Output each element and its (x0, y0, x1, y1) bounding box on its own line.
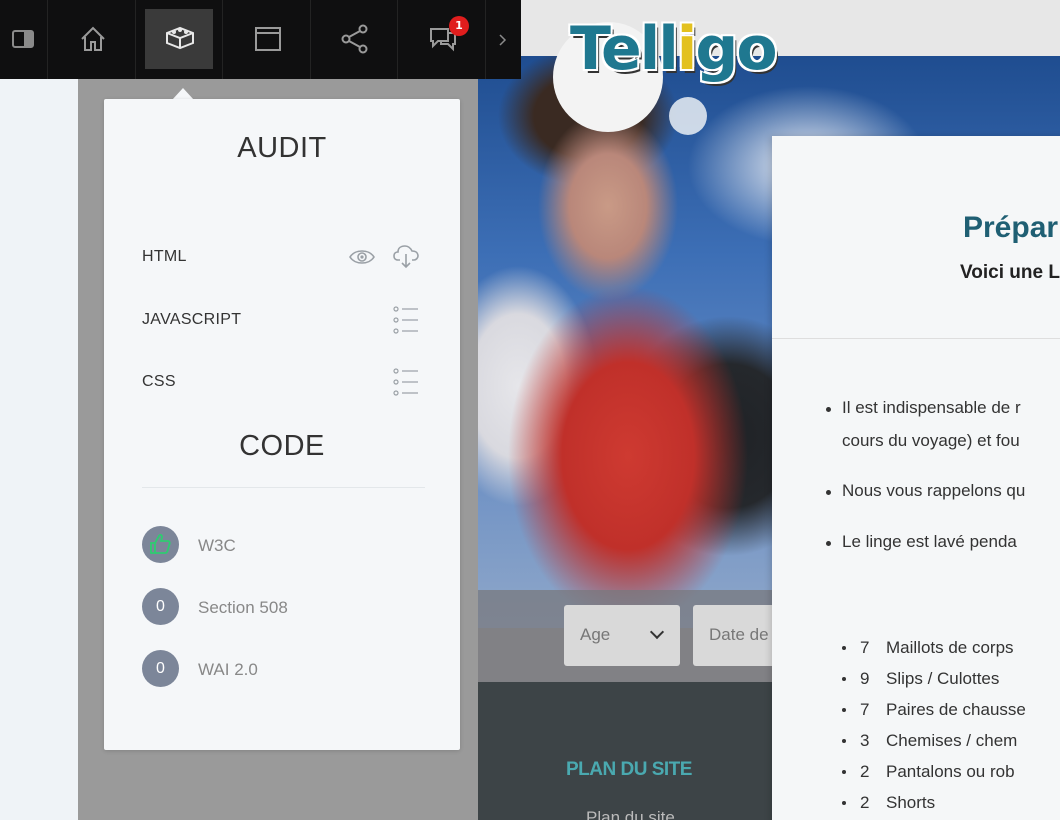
list-item-qty: 7 (860, 700, 870, 719)
cloud-download-icon[interactable] (392, 243, 420, 269)
list-item-label: Chemises / chem (886, 731, 1018, 750)
score-wai[interactable]: 0 (142, 650, 179, 687)
share-button[interactable] (311, 0, 398, 79)
audit-row-html-label: HTML (142, 248, 187, 265)
list-icon[interactable] (393, 306, 419, 334)
window-icon (255, 27, 281, 51)
audit-button[interactable] (136, 0, 223, 79)
share-icon (341, 24, 368, 54)
section-divider (142, 487, 425, 488)
window-button[interactable] (223, 0, 311, 79)
audit-heading: AUDIT (237, 132, 327, 164)
bullet-item-continued: cours du voyage) et fou (842, 431, 1020, 450)
home-icon (81, 26, 105, 51)
list-item-qty: 7 (860, 638, 870, 657)
content-panel: Prépar Voici une L Il est indispensable … (772, 136, 1060, 820)
audit-toolbar: 1 (0, 0, 521, 79)
list-item-label: Shorts (886, 793, 936, 812)
site-logo[interactable]: Telligo (570, 14, 778, 84)
list-item-label: Slips / Culottes (886, 669, 1000, 688)
content-divider (772, 338, 1060, 339)
audit-row-javascript-label: JAVASCRIPT (142, 311, 242, 328)
score-label-w3c: W3C (198, 536, 236, 555)
score-label-wai: WAI 2.0 (198, 660, 258, 679)
thumbs-up-icon (150, 534, 171, 554)
list-item-label: Pantalons ou rob (886, 762, 1015, 781)
bullet-item: Le linge est lavé penda (826, 532, 1017, 551)
list-item: 7 Paires de chausse (842, 700, 1026, 720)
eye-icon[interactable] (348, 247, 376, 267)
list-item: 2 Shorts (841, 793, 936, 813)
list-item-qty: 3 (860, 731, 870, 750)
logo-decoration (669, 97, 707, 135)
list-item-label: Paires de chausse (886, 700, 1026, 719)
footer-link-sitemap[interactable]: Plan du site (586, 808, 675, 820)
list-item-qty: 9 (860, 669, 870, 688)
content-title: Prépar (963, 211, 1059, 244)
list-icon[interactable] (393, 368, 419, 396)
code-heading: CODE (239, 430, 325, 462)
score-label-section-508: Section 508 (198, 598, 288, 617)
age-select[interactable]: Age (564, 605, 680, 666)
list-item-qty: 2 (860, 793, 870, 812)
footer-title: PLAN DU SITE (566, 759, 692, 780)
box-icon (166, 26, 194, 50)
score-w3c[interactable] (142, 526, 179, 563)
content-subtitle: Voici une L (960, 262, 1060, 283)
score-section-508[interactable]: 0 (142, 588, 179, 625)
audit-dropdown: AUDIT HTML JAVASCRIPT CSS CODE W3C 0 Sec… (104, 99, 460, 750)
panel-toggle-button[interactable] (0, 0, 48, 79)
list-item: 7 Maillots de corps (842, 638, 1014, 658)
list-item-qty: 2 (860, 762, 870, 781)
comments-button[interactable] (398, 0, 486, 79)
bullet-item: Nous vous rappelons qu (825, 481, 1026, 500)
notification-badge: 1 (449, 16, 469, 36)
bullet-item: Il est indispensable de r (826, 398, 1021, 417)
sidebar-toggle-icon (12, 30, 34, 48)
home-button[interactable] (48, 0, 136, 79)
page-background-left (0, 0, 78, 820)
list-item: 2 Pantalons ou rob (842, 762, 1015, 782)
more-button[interactable] (486, 0, 521, 79)
list-item-label: Maillots de corps (886, 638, 1014, 657)
list-item: 3 Chemises / chem (841, 731, 1018, 751)
chevron-right-icon (499, 34, 507, 46)
chevron-down-icon (649, 624, 665, 640)
audit-row-css-label: CSS (142, 373, 176, 390)
age-select-label: Age (580, 625, 611, 644)
list-item: 9 Slips / Culottes (841, 669, 1000, 689)
